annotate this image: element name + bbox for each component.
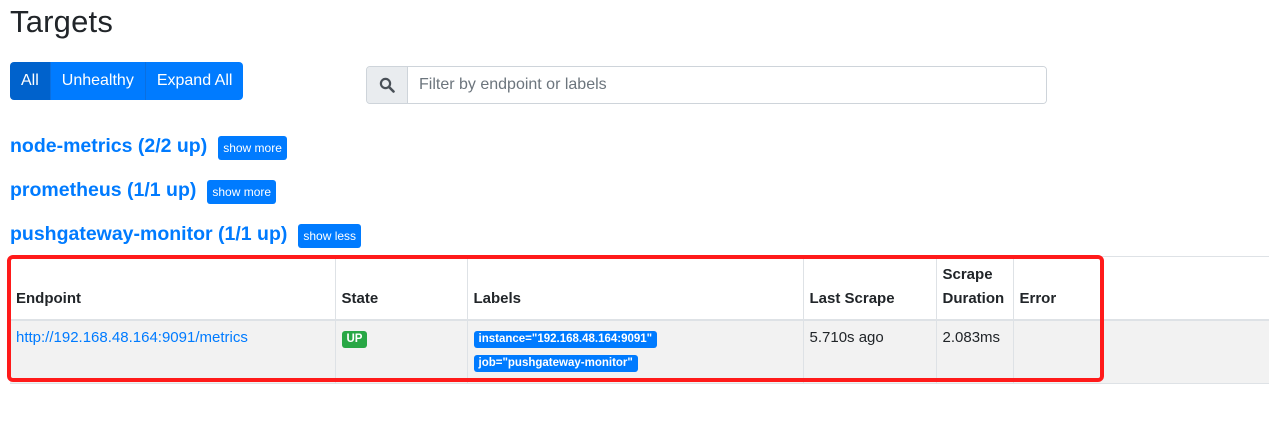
pool-title[interactable]: pushgateway-monitor (1/1 up) <box>10 223 287 246</box>
state-cell: UP <box>334 320 467 384</box>
status-badge: UP <box>341 331 368 348</box>
show-more-button[interactable]: show more <box>207 180 277 204</box>
search-box <box>366 66 1047 104</box>
column-header-scrape-duration: Scrape Duration <box>935 256 1013 321</box>
scrape-duration-value: 2.083ms <box>942 329 1001 346</box>
last-scrape-value: 5.710s ago <box>809 329 884 346</box>
scrape-duration-header-line2: Duration <box>942 290 1005 307</box>
column-header-labels: Labels <box>466 256 803 321</box>
endpoint-cell: http://192.168.48.164:9091/metrics <box>10 320 335 384</box>
column-header-endpoint: Endpoint <box>10 256 335 321</box>
label-badge-instance: instance="192.168.48.164:9091" <box>473 331 658 348</box>
pool-prometheus: prometheus (1/1 up) show more <box>10 176 277 204</box>
target-filter-group: All Unhealthy Expand All <box>10 62 244 100</box>
scrape-duration-header-line1: Scrape <box>942 266 993 283</box>
column-header-last-scrape: Last Scrape <box>802 256 936 321</box>
table-header-row: Endpoint State Labels Last Scrape Scrape… <box>10 256 1269 321</box>
show-more-button[interactable]: show more <box>218 136 287 160</box>
pool-title[interactable]: node-metrics (2/2 up) <box>10 135 207 158</box>
table-row: http://192.168.48.164:9091/metrics UP in… <box>10 320 1269 384</box>
page-title: Targets <box>10 4 114 39</box>
scrape-duration-cell: 2.083ms <box>935 320 1013 384</box>
labels-cell: instance="192.168.48.164:9091" job="push… <box>466 320 803 384</box>
column-header-error: Error <box>1012 256 1269 321</box>
pool-node-metrics: node-metrics (2/2 up) show more <box>10 132 287 160</box>
label-badge-job: job="pushgateway-monitor" <box>473 355 638 372</box>
show-less-button[interactable]: show less <box>298 224 362 248</box>
targets-table: Endpoint State Labels Last Scrape Scrape… <box>10 256 1269 384</box>
search-icon <box>367 67 408 103</box>
filter-unhealthy-button[interactable]: Unhealthy <box>50 62 146 100</box>
endpoint-link[interactable]: http://192.168.48.164:9091/metrics <box>16 329 248 346</box>
last-scrape-cell: 5.710s ago <box>802 320 936 384</box>
pool-pushgateway-monitor: pushgateway-monitor (1/1 up) show less <box>10 220 362 248</box>
expand-all-button[interactable]: Expand All <box>145 62 244 100</box>
error-cell <box>1012 320 1269 384</box>
pool-title[interactable]: prometheus (1/1 up) <box>10 179 196 202</box>
column-header-state: State <box>334 256 467 321</box>
search-input[interactable] <box>408 67 1046 103</box>
filter-all-button[interactable]: All <box>10 62 51 100</box>
